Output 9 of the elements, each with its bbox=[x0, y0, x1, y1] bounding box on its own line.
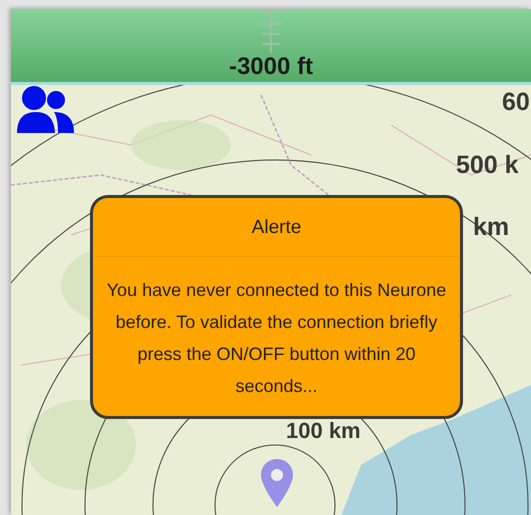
location-pin-icon bbox=[261, 459, 293, 507]
range-label: 60 bbox=[502, 88, 530, 117]
range-label: 100 km bbox=[286, 418, 361, 444]
people-icon[interactable] bbox=[14, 85, 74, 133]
altitude-label: -3000 ft bbox=[228, 53, 314, 81]
dialog-title: Alerte bbox=[93, 198, 460, 257]
ladder-icon bbox=[259, 9, 283, 53]
range-label: 500 k bbox=[456, 151, 519, 180]
dialog-message: You have never connected to this Neurone before. To validate the connection briefly press the ON/OFF button within 20 seconds... bbox=[106, 279, 448, 398]
